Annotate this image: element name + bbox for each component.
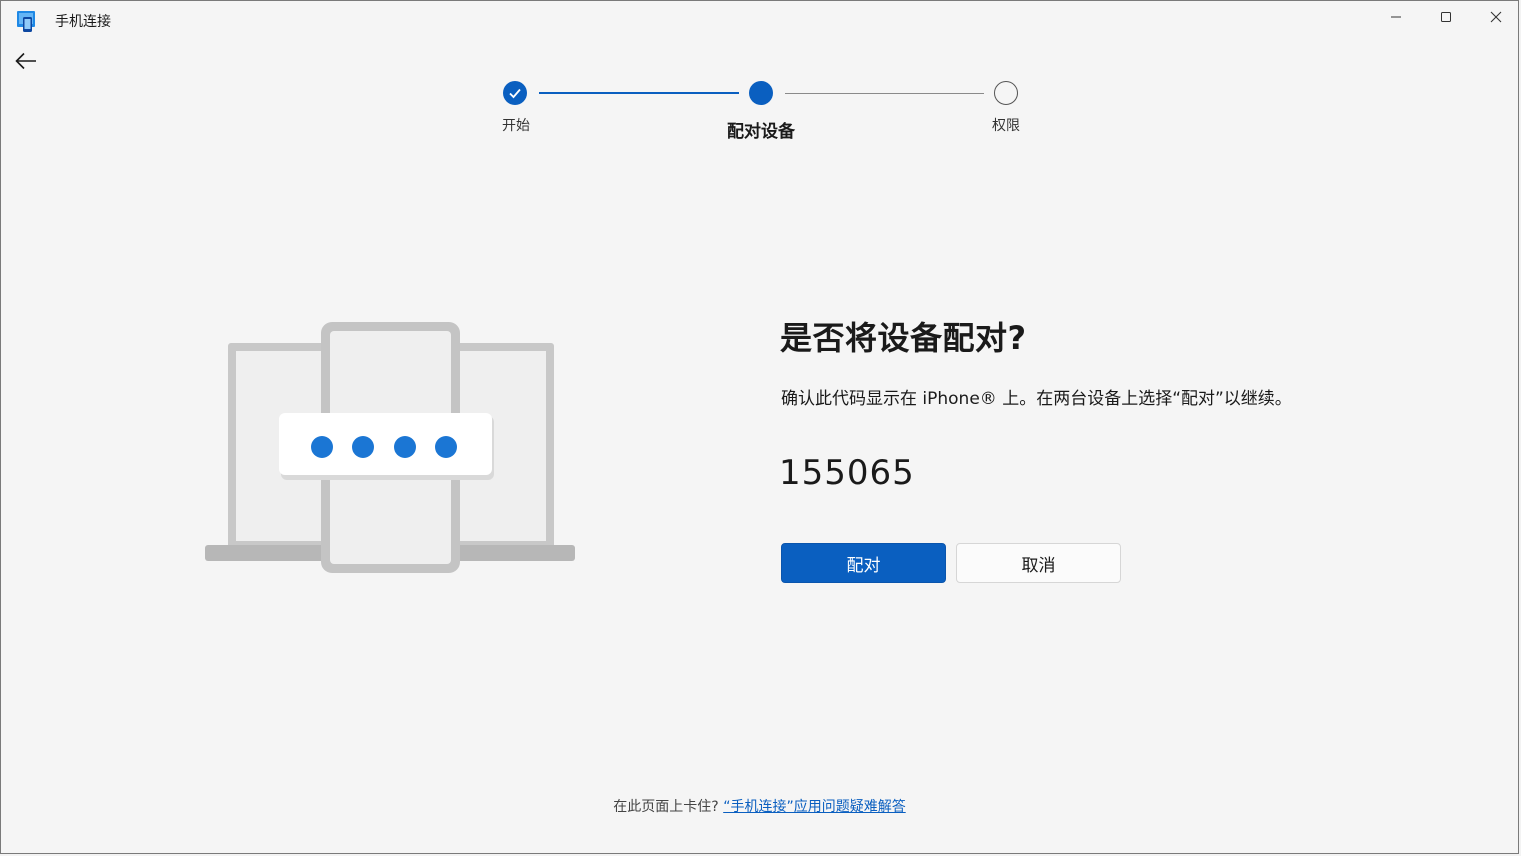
step-connector-completed [539, 92, 739, 94]
step-completed-indicator [503, 81, 527, 105]
troubleshoot-link[interactable]: “手机连接”应用问题疑难解答 [723, 799, 906, 815]
step-label-permissions: 权限 [992, 118, 1020, 134]
pairing-code: 155065 [779, 453, 915, 493]
page-title: 是否将设备配对? [780, 319, 1027, 357]
cancel-button[interactable]: 取消 [956, 543, 1121, 583]
help-footer: 在此页面上卡住? “手机连接”应用问题疑难解答 [1, 796, 1518, 816]
step-label-start: 开始 [502, 118, 530, 134]
step-label-pair-device: 配对设备 [727, 122, 795, 142]
pairing-illustration [201, 319, 581, 579]
app-window: 手机连接 开始 配对设备 权限 是否将设备配对? 确认此代码显示在 iPhone… [0, 0, 1519, 854]
checkmark-icon [509, 88, 521, 99]
help-prompt: 在此页面上卡住? [613, 799, 724, 815]
step-connector-pending [785, 93, 984, 94]
step-current-indicator [749, 81, 773, 105]
pairing-description: 确认此代码显示在 iPhone® 上。在两台设备上选择“配对”以继续。 [781, 389, 1292, 409]
progress-stepper: 开始 配对设备 权限 [1, 1, 1518, 151]
step-pending-indicator [994, 81, 1018, 105]
pair-button[interactable]: 配对 [781, 543, 946, 583]
